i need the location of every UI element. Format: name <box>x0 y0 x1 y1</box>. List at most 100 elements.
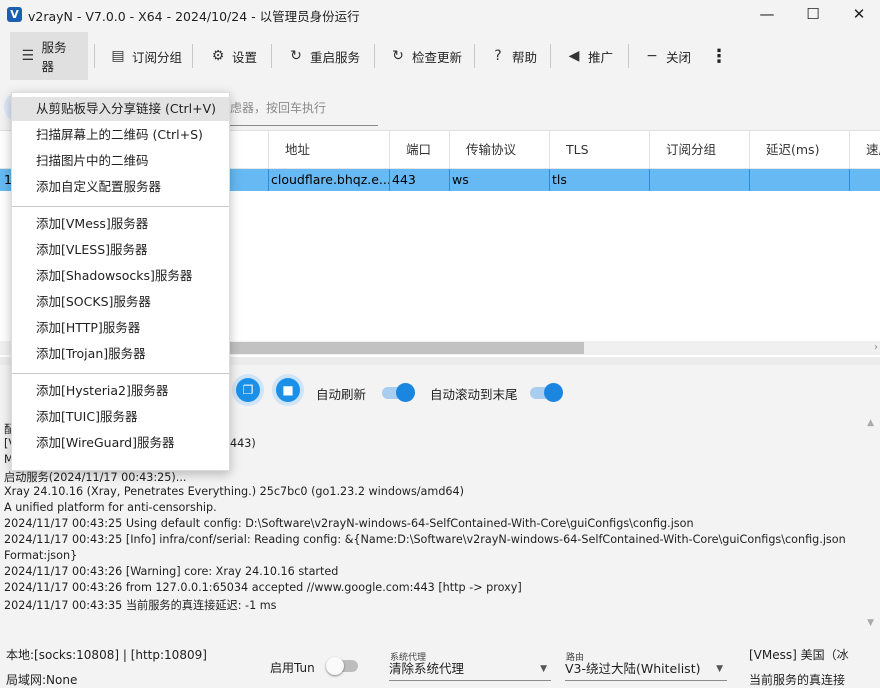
column-transport[interactable]: 传输协议 <box>449 131 549 169</box>
column-speed[interactable]: 速度 <box>849 131 880 169</box>
help-button[interactable]: ? 帮助 <box>480 32 547 80</box>
menu-import-clipboard[interactable]: 从剪贴板导入分享链接 (Ctrl+V) <box>12 97 229 121</box>
routing-select[interactable]: V3-绕过大陆(Whitelist) ▼ <box>565 659 727 681</box>
toolbar-divider <box>628 44 629 68</box>
trash-icon: ■ <box>276 378 300 402</box>
tun-label: 启用Tun <box>270 661 315 675</box>
column-subscription[interactable]: 订阅分组 <box>649 131 749 169</box>
cell-subscription <box>649 169 749 191</box>
menu-add-shadowsocks[interactable]: 添加[Shadowsocks]服务器 <box>12 264 229 288</box>
title-bar: V v2rayN - V7.0.0 - X64 - 2024/10/24 - 以… <box>0 0 880 30</box>
promote-label: 推广 <box>588 49 614 65</box>
menu-scan-screen-qr[interactable]: 扫描屏幕上的二维码 (Ctrl+S) <box>12 123 229 147</box>
restart-service-button[interactable]: ↻ 重启服务 <box>278 32 370 80</box>
menu-add-vless[interactable]: 添加[VLESS]服务器 <box>12 238 229 262</box>
log-line: 2024/11/17 00:43:35 当前服务的真连接延迟: -1 ms <box>4 599 277 612</box>
update-icon: ↻ <box>392 48 404 64</box>
cell-delay <box>749 169 849 191</box>
log-line: Format:json} <box>4 549 78 562</box>
column-port[interactable]: 端口 <box>389 131 449 169</box>
subscription-button[interactable]: ▤ 订阅分组 <box>100 32 192 80</box>
log-line: A unified platform for anti-censorship. <box>4 501 217 514</box>
subscription-label: 订阅分组 <box>132 49 183 65</box>
auto-refresh-toggle[interactable] <box>382 383 416 402</box>
toolbar-divider <box>271 44 272 68</box>
servers-label: 服务器 <box>41 40 67 74</box>
log-line: 443) <box>230 437 256 450</box>
menu-add-hysteria2[interactable]: 添加[Hysteria2]服务器 <box>12 379 229 403</box>
close-button[interactable]: − 关闭 <box>634 32 701 80</box>
maximize-button[interactable]: ☐ <box>790 0 836 30</box>
toolbar-divider <box>374 44 375 68</box>
promote-button[interactable]: ◀ 推广 <box>556 32 623 80</box>
chevron-down-icon: ▼ <box>716 664 723 674</box>
auto-refresh-label: 自动刷新 <box>316 387 367 402</box>
log-line: Xray 24.10.16 (Xray, Penetrates Everythi… <box>4 485 465 498</box>
subscription-icon: ▤ <box>111 48 125 64</box>
lan-info: 局域网:None <box>6 673 78 687</box>
system-proxy-value: 清除系统代理 <box>389 661 465 676</box>
column-tls[interactable]: TLS <box>549 131 649 169</box>
menu-separator <box>12 373 229 374</box>
copy-log-button[interactable]: ❐ <box>236 378 260 406</box>
routing-value: V3-绕过大陆(Whitelist) <box>565 661 701 676</box>
more-options-button[interactable]: ⋮ <box>700 32 738 80</box>
system-proxy-select[interactable]: 清除系统代理 ▼ <box>389 659 551 681</box>
scrollbar-thumb[interactable] <box>228 342 584 354</box>
auto-scroll-toggle[interactable] <box>530 383 564 402</box>
menu-add-custom-config[interactable]: 添加自定义配置服务器 <box>12 175 229 199</box>
copy-icon: ❐ <box>236 378 260 402</box>
server-list-icon: ☰ <box>21 48 35 64</box>
log-line: 2024/11/17 00:43:26 from 127.0.0.1:65034… <box>4 581 522 594</box>
restart-icon: ↻ <box>290 48 302 64</box>
toolbar-divider <box>474 44 475 68</box>
log-line: 2024/11/17 00:43:26 [Warning] core: Xray… <box>4 565 339 578</box>
chevron-down-icon: ▼ <box>540 664 547 674</box>
menu-add-http[interactable]: 添加[HTTP]服务器 <box>12 316 229 340</box>
log-line: 2024/11/17 00:43:25 Using default config… <box>4 517 694 530</box>
check-update-button[interactable]: ↻ 检查更新 <box>380 32 472 80</box>
minus-icon: − <box>646 48 658 64</box>
check-update-label: 检查更新 <box>412 49 463 65</box>
menu-add-trojan[interactable]: 添加[Trojan]服务器 <box>12 342 229 366</box>
restart-label: 重启服务 <box>310 49 361 65</box>
clear-log-button[interactable]: ■ <box>276 378 300 406</box>
scroll-down-icon[interactable]: ▼ <box>867 618 874 628</box>
help-label: 帮助 <box>512 49 538 65</box>
scroll-right-icon[interactable]: › <box>874 341 878 355</box>
toolbar-divider <box>192 44 193 68</box>
toggle-knob <box>326 657 344 675</box>
scroll-up-icon[interactable]: ▲ <box>867 418 874 428</box>
server-filter-input[interactable]: 虑器，按回车执行 <box>230 94 378 126</box>
menu-add-tuic[interactable]: 添加[TUIC]服务器 <box>12 405 229 429</box>
toggle-knob <box>544 383 563 402</box>
tun-toggle[interactable] <box>326 657 358 675</box>
menu-add-socks[interactable]: 添加[SOCKS]服务器 <box>12 290 229 314</box>
settings-button[interactable]: ⚙ 设置 <box>200 32 267 80</box>
settings-label: 设置 <box>232 49 258 65</box>
current-server-info: [VMess] 美国（冰 <box>749 648 849 662</box>
help-icon: ? <box>494 48 502 64</box>
menu-add-wireguard[interactable]: 添加[WireGuard]服务器 <box>12 431 229 455</box>
toolbar-divider <box>94 44 95 68</box>
toolbar-divider <box>550 44 551 68</box>
gear-icon: ⚙ <box>211 48 225 64</box>
close-window-button[interactable]: ✕ <box>836 0 880 30</box>
menu-scan-image-qr[interactable]: 扫描图片中的二维码 <box>12 149 229 173</box>
column-delay[interactable]: 延迟(ms) <box>749 131 849 169</box>
log-line: 启动服务(2024/11/17 00:43:25)... <box>4 471 187 484</box>
servers-button[interactable]: ☰ 服务器 <box>10 32 88 80</box>
auto-scroll-label: 自动滚动到末尾 <box>430 387 518 402</box>
close-label: 关闭 <box>666 49 692 65</box>
app-logo-icon: V <box>7 7 22 22</box>
toggle-knob <box>396 383 415 402</box>
server-filter-placeholder: 虑器，按回车执行 <box>230 101 327 115</box>
servers-dropdown-menu: 从剪贴板导入分享链接 (Ctrl+V) 扫描屏幕上的二维码 (Ctrl+S) 扫… <box>11 92 230 471</box>
cell-tls: tls <box>549 169 649 191</box>
cell-speed <box>849 169 880 191</box>
minimize-button[interactable]: — <box>744 0 790 30</box>
window-title: v2rayN - V7.0.0 - X64 - 2024/10/24 - 以管理… <box>28 9 360 24</box>
column-address[interactable]: 地址 <box>268 131 389 169</box>
menu-add-vmess[interactable]: 添加[VMess]服务器 <box>12 212 229 236</box>
main-toolbar: ☰ 服务器 ▤ 订阅分组 ⚙ 设置 ↻ 重启服务 ↻ 检查更新 ? 帮助 ◀ 推… <box>0 32 880 80</box>
